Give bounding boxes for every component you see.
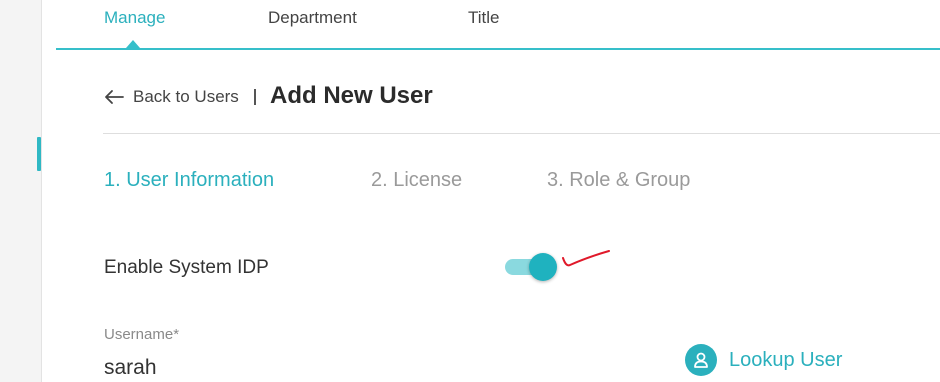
lookup-user-label: Lookup User bbox=[729, 348, 843, 371]
page-title: Add New User bbox=[270, 82, 433, 109]
tab-manage[interactable]: Manage bbox=[104, 8, 165, 28]
lookup-user-button[interactable]: Lookup User bbox=[685, 344, 842, 376]
breadcrumb-divider bbox=[254, 89, 256, 105]
back-link-label: Back to Users bbox=[133, 87, 239, 106]
back-to-users-link[interactable]: Back to Users bbox=[103, 86, 239, 108]
header-divider bbox=[103, 133, 940, 134]
step-role-group[interactable]: 3. Role & Group bbox=[547, 169, 690, 192]
user-icon bbox=[685, 344, 717, 376]
tab-title[interactable]: Title bbox=[468, 8, 500, 28]
tab-department[interactable]: Department bbox=[268, 8, 357, 28]
enable-idp-toggle[interactable] bbox=[505, 253, 557, 281]
active-tab-caret bbox=[126, 40, 140, 48]
step-user-information[interactable]: 1. User Information bbox=[104, 169, 274, 192]
arrow-left-icon bbox=[105, 90, 124, 104]
enable-idp-label: Enable System IDP bbox=[104, 257, 269, 278]
toggle-thumb bbox=[529, 253, 557, 281]
username-label: Username* bbox=[104, 326, 180, 343]
left-sidebar bbox=[0, 0, 42, 382]
sidebar-active-indicator bbox=[37, 137, 41, 171]
checkmark-icon bbox=[562, 250, 610, 267]
username-input[interactable] bbox=[104, 356, 404, 380]
top-nav: Manage Department Title bbox=[56, 0, 940, 50]
step-license[interactable]: 2. License bbox=[371, 169, 462, 192]
